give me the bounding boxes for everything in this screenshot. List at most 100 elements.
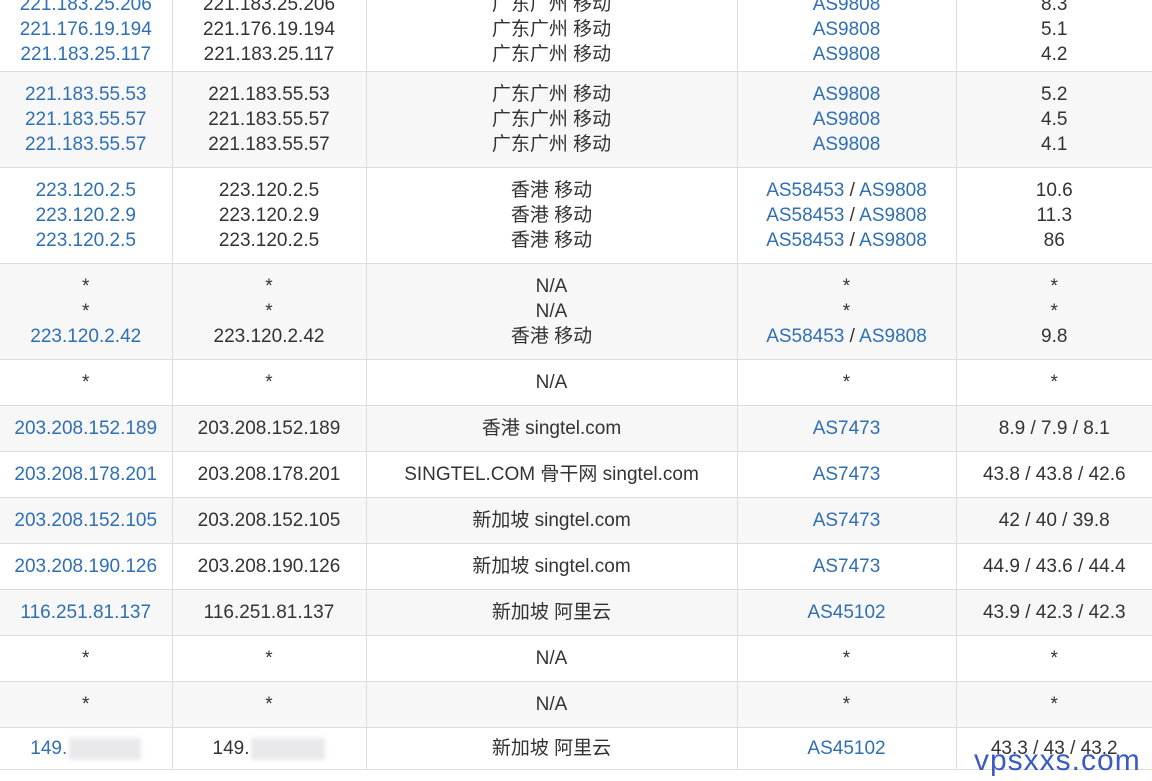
latency-cell: 43.8 / 43.8 / 42.6 [955,451,1152,498]
hop-row: * * N/A * * [0,635,1152,682]
as-line: AS7473 [738,462,955,487]
as-line: AS7473 [738,554,955,579]
ip-link[interactable]: 221.183.55.53 [0,82,171,107]
hop-row: 221.183.25.206 221.176.19.194 221.183.25.1… [0,0,1152,72]
as-link[interactable]: AS58453 [766,230,844,251]
as-link[interactable]: AS9808 [813,0,881,15]
latency-text: * [1050,372,1058,393]
as-link[interactable]: AS9808 [859,180,927,201]
as-cell: AS9808 AS9808 AS9808 [736,0,957,72]
ip-link[interactable]: 221.176.19.194 [0,17,171,42]
ip-link[interactable]: 221.183.25.206 [0,0,171,17]
as-link[interactable]: AS9808 [813,44,881,65]
as-link[interactable]: AS9808 [813,84,881,105]
as-cell: AS7473 [736,451,957,498]
as-line: AS9808 [738,107,955,132]
hostname-text: 203.208.152.189 [197,418,341,439]
location-text: 香港 移动 [510,205,593,226]
ip-cell: 221.183.55.53 221.183.55.57 221.183.55.57 [0,71,173,168]
hostname-cell: 221.183.55.53 221.183.55.57 221.183.55.57 [171,71,367,168]
ip-link[interactable]: 203.208.152.105 [0,508,171,533]
latency-text: 8.3 [1041,0,1068,15]
hostname-cell: 203.208.178.201 [171,451,367,498]
ip-link[interactable]: 149. [0,736,171,761]
latency-cell: 8.3 5.1 4.2 [955,0,1152,72]
hostname-cell: * * 223.120.2.42 [171,263,367,360]
location-text: SINGTEL.COM 骨干网 singtel.com [404,464,699,485]
ip-link[interactable]: 221.183.25.117 [0,42,171,67]
as-link[interactable]: AS7473 [813,418,881,439]
hostname-text: 221.183.55.57 [208,134,330,155]
hostname-text: 149. [173,736,365,761]
ip-link[interactable]: 223.120.2.5 [0,178,171,203]
latency-cell: 10.6 11.3 86 [955,167,1152,264]
as-link[interactable]: AS9808 [813,134,881,155]
hop-row: 203.208.152.189 203.208.152.189 香港 singtel… [0,405,1152,452]
hostname-text: * [265,276,273,297]
hostname-text: 203.208.152.105 [197,510,341,531]
latency-text: 9.8 [1041,326,1068,347]
location-cell: N/A [365,635,738,682]
as-line: * [738,274,955,299]
as-cell: * [736,681,957,728]
hostname-cell: 203.208.152.189 [171,405,367,452]
as-link[interactable]: AS7473 [813,510,881,531]
as-link[interactable]: AS45102 [807,738,885,759]
ip-link[interactable]: 116.251.81.137 [0,600,171,625]
hostname-text: 223.120.2.5 [218,180,320,201]
location-cell: 新加坡 阿里云 [365,727,738,770]
latency-text: 43.8 / 43.8 / 42.6 [982,464,1126,485]
ip-link[interactable]: 221.183.55.57 [0,107,171,132]
as-link[interactable]: AS7473 [813,556,881,577]
as-cell: AS7473 [736,497,957,544]
as-link[interactable]: AS58453 [766,326,844,347]
hop-row: * * N/A * * [0,681,1152,728]
as-link[interactable]: AS9808 [813,19,881,40]
as-line: AS9808 [738,132,955,157]
ip-link[interactable]: 221.183.55.57 [0,132,171,157]
as-link[interactable]: AS45102 [807,602,885,623]
as-cell: AS7473 [736,543,957,590]
as-separator: / [844,205,860,226]
latency-text: 43.3 / 43 / 43.2 [990,738,1118,759]
as-placeholder: * [842,301,851,322]
hostname-cell: * [171,635,367,682]
as-link[interactable]: AS7473 [813,464,881,485]
location-text: 广东广州 移动 [491,19,612,40]
ip-link[interactable]: 223.120.2.42 [0,324,171,349]
location-text: 新加坡 singtel.com [472,510,631,531]
as-cell: * [736,635,957,682]
as-link[interactable]: AS58453 [766,205,844,226]
ip-link[interactable]: 203.208.178.201 [0,462,171,487]
location-cell: 香港 移动 香港 移动 香港 移动 [365,167,738,264]
ip-link[interactable]: 223.120.2.5 [0,228,171,253]
latency-text: 4.5 [1041,109,1068,130]
as-link[interactable]: AS9808 [859,205,927,226]
hop-row: 203.208.190.126 203.208.190.126 新加坡 singte… [0,543,1152,590]
hostname-cell: * [171,359,367,406]
as-link[interactable]: AS9808 [813,109,881,130]
as-cell: AS58453 / AS9808 AS58453 / AS9808 AS58453 … [736,167,957,264]
hostname-text: 223.120.2.9 [218,205,320,226]
as-link[interactable]: AS9808 [859,326,927,347]
ip-link[interactable]: 203.208.190.126 [0,554,171,579]
ip-cell: 203.208.190.126 [0,543,173,590]
hostname-text: 203.208.178.201 [197,464,341,485]
hostname-text: 221.183.25.206 [202,0,336,15]
hostname-text: * [265,694,273,715]
as-line: AS9808 [738,0,955,17]
ip-link[interactable]: 223.120.2.9 [0,203,171,228]
hostname-text: 221.183.55.57 [208,109,330,130]
as-line: AS9808 [738,42,955,67]
location-text: 广东广州 移动 [491,0,612,15]
latency-text: 5.1 [1041,19,1068,40]
ip-cell: 221.183.25.206 221.176.19.194 221.183.25.1… [0,0,173,72]
as-link[interactable]: AS58453 [766,180,844,201]
traceroute-table: 221.183.25.206 221.176.19.194 221.183.25.1… [0,0,1152,770]
ip-link[interactable]: 203.208.152.189 [0,416,171,441]
ip-cell: * * 223.120.2.42 [0,263,173,360]
as-line: AS58453 / AS9808 [738,178,955,203]
as-link[interactable]: AS9808 [859,230,927,251]
ip-cell: 203.208.152.189 [0,405,173,452]
hostname-text: 116.251.81.137 [203,602,335,623]
